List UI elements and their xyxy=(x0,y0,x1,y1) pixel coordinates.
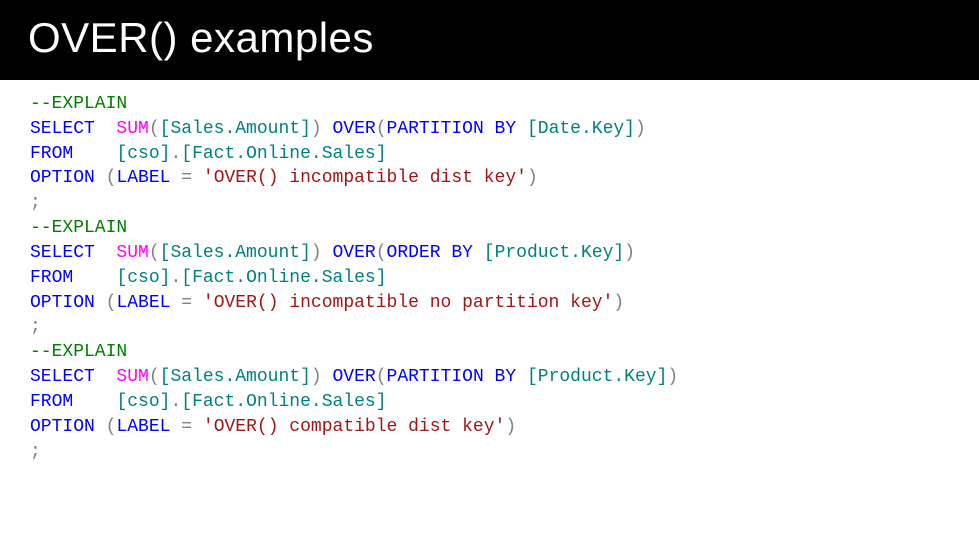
code-function: SUM xyxy=(116,367,148,387)
code-keyword: ORDER BY xyxy=(387,243,473,263)
code-function: SUM xyxy=(116,119,148,139)
code-comment: --EXPLAIN xyxy=(30,342,127,362)
code-identifier: [Date.Key] xyxy=(527,119,635,139)
code-keyword: OVER xyxy=(333,119,376,139)
code-identifier: [cso] xyxy=(116,392,170,412)
code-keyword: PARTITION BY xyxy=(387,367,517,387)
code-keyword: FROM xyxy=(30,268,73,288)
code-punct: = xyxy=(181,293,192,313)
code-punct: = xyxy=(181,168,192,188)
code-comment: --EXPLAIN xyxy=(30,218,127,238)
code-punct: ( xyxy=(106,168,117,188)
code-identifier: [cso] xyxy=(116,268,170,288)
code-punct: . xyxy=(170,144,181,164)
code-identifier: [Fact.Online.Sales] xyxy=(181,144,386,164)
code-identifier: [Product.Key] xyxy=(484,243,624,263)
code-punct: ; xyxy=(30,442,41,462)
code-string: 'OVER() incompatible dist key' xyxy=(203,168,527,188)
code-punct: ; xyxy=(30,193,41,213)
code-punct: ( xyxy=(106,417,117,437)
code-identifier: [cso] xyxy=(116,144,170,164)
code-keyword: LABEL xyxy=(116,293,170,313)
code-function: SUM xyxy=(116,243,148,263)
code-punct: ) xyxy=(613,293,624,313)
code-punct: ( xyxy=(149,367,160,387)
code-identifier: [Sales.Amount] xyxy=(160,119,311,139)
code-keyword: OPTION xyxy=(30,293,95,313)
code-punct: ( xyxy=(149,243,160,263)
code-punct: ( xyxy=(106,293,117,313)
sql-code-block: --EXPLAIN SELECT SUM([Sales.Amount]) OVE… xyxy=(0,80,979,476)
code-keyword: OPTION xyxy=(30,417,95,437)
code-comment: --EXPLAIN xyxy=(30,94,127,114)
code-punct: ) xyxy=(505,417,516,437)
code-keyword: OVER xyxy=(333,367,376,387)
code-punct: ) xyxy=(635,119,646,139)
code-punct: = xyxy=(181,417,192,437)
code-keyword: OVER xyxy=(333,243,376,263)
code-keyword: LABEL xyxy=(116,168,170,188)
code-punct: ) xyxy=(311,367,322,387)
code-identifier: [Sales.Amount] xyxy=(160,243,311,263)
code-punct: ; xyxy=(30,317,41,337)
code-identifier: [Sales.Amount] xyxy=(160,367,311,387)
code-punct: ( xyxy=(149,119,160,139)
code-punct: . xyxy=(170,392,181,412)
code-identifier: [Fact.Online.Sales] xyxy=(181,392,386,412)
code-punct: ) xyxy=(624,243,635,263)
code-keyword: FROM xyxy=(30,392,73,412)
code-punct: ( xyxy=(376,367,387,387)
code-keyword: FROM xyxy=(30,144,73,164)
code-keyword: PARTITION BY xyxy=(387,119,517,139)
code-punct: ) xyxy=(311,119,322,139)
code-identifier: [Fact.Online.Sales] xyxy=(181,268,386,288)
code-keyword: OPTION xyxy=(30,168,95,188)
code-punct: ( xyxy=(376,119,387,139)
code-punct: ) xyxy=(311,243,322,263)
code-string: 'OVER() incompatible no partition key' xyxy=(203,293,613,313)
code-identifier: [Product.Key] xyxy=(527,367,667,387)
code-keyword: SELECT xyxy=(30,367,95,387)
code-keyword: LABEL xyxy=(116,417,170,437)
code-punct: . xyxy=(170,268,181,288)
code-punct: ( xyxy=(376,243,387,263)
slide-title: OVER() examples xyxy=(0,0,979,80)
code-punct: ) xyxy=(527,168,538,188)
code-punct: ) xyxy=(667,367,678,387)
code-keyword: SELECT xyxy=(30,243,95,263)
code-keyword: SELECT xyxy=(30,119,95,139)
code-string: 'OVER() compatible dist key' xyxy=(203,417,505,437)
